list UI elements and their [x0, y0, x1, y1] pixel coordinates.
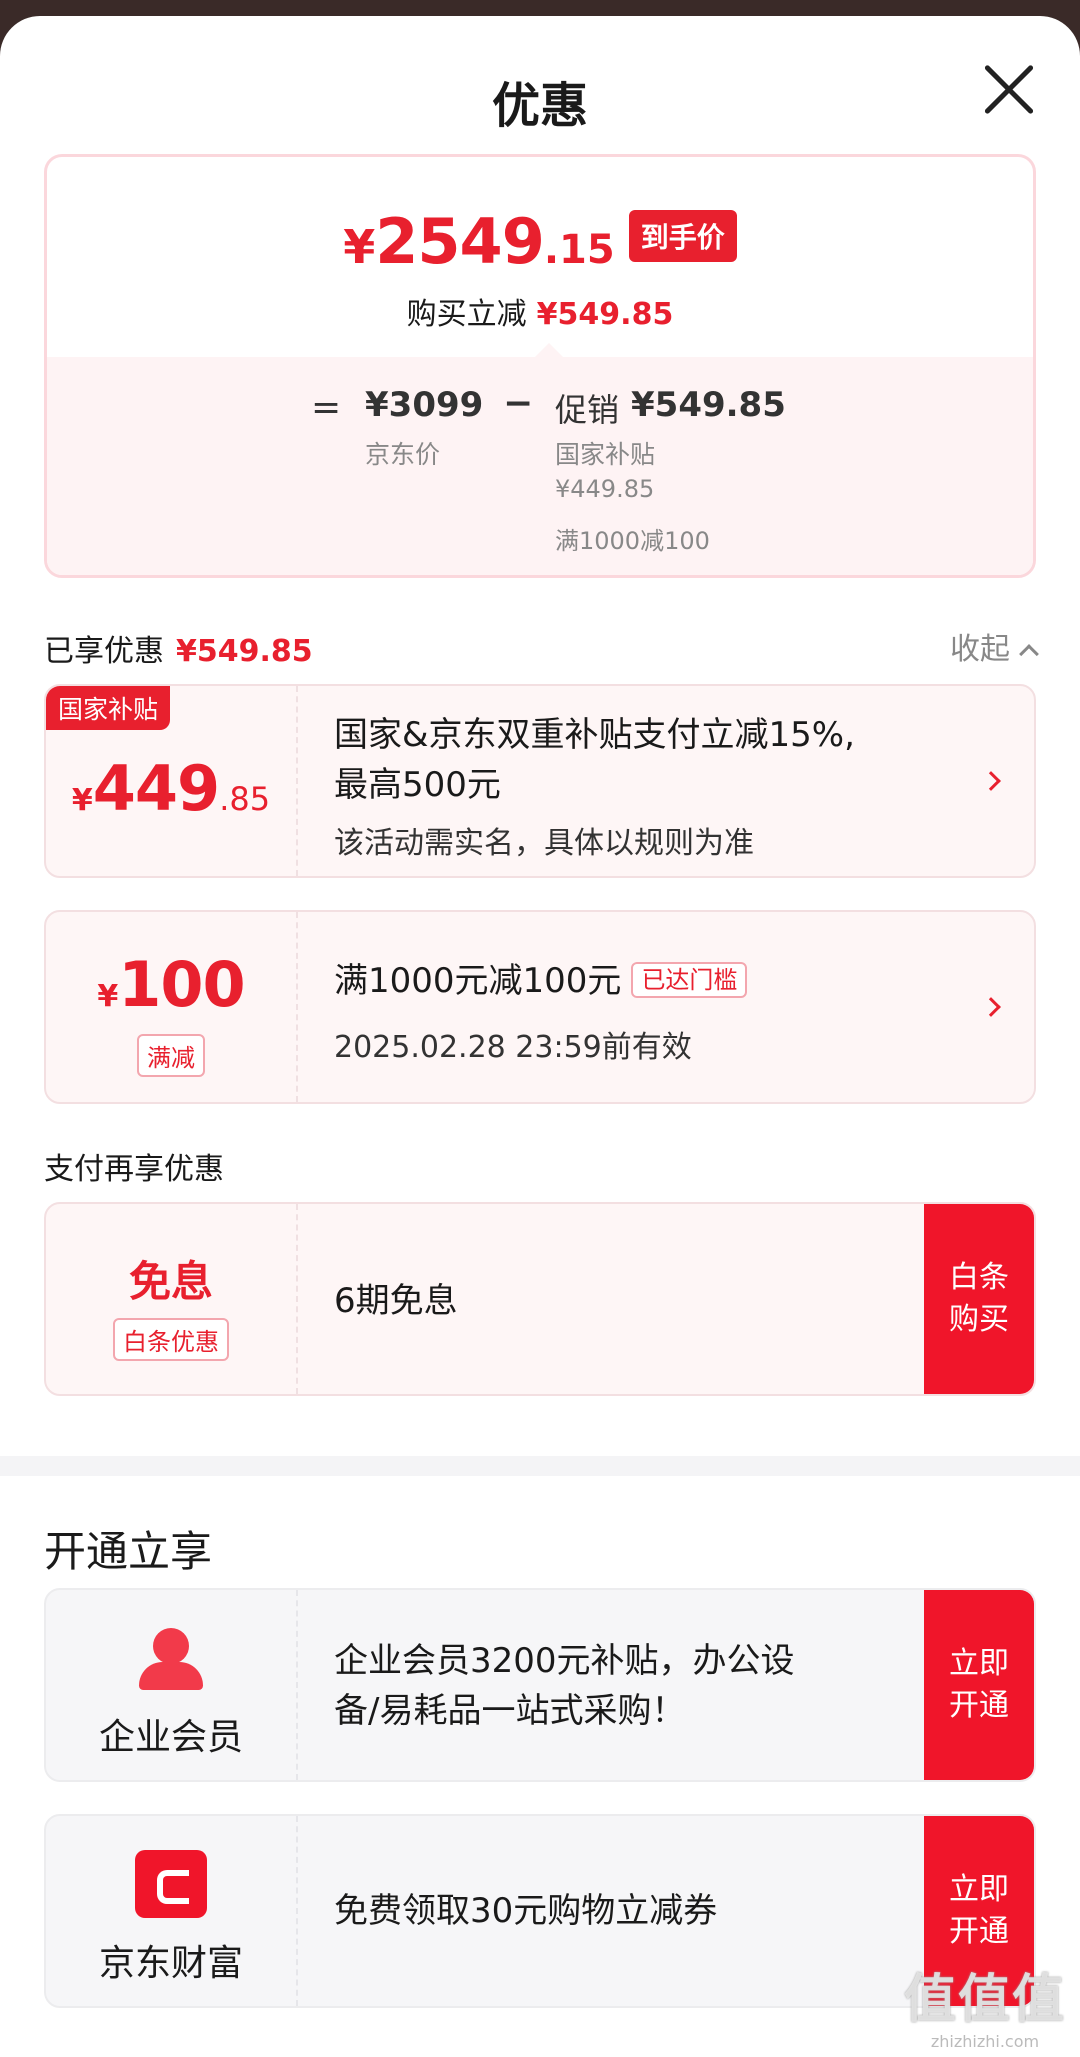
enjoyed-value: ¥549.85: [176, 634, 313, 669]
baitiao-buy-line2: 购买: [949, 1302, 1009, 1337]
coupon-amount-area: ¥100 满减: [46, 912, 298, 1102]
payment-headline-area: 免息 白条优惠: [46, 1204, 298, 1394]
subsidy-tag: 国家补贴: [46, 686, 171, 730]
coupon-card-subsidy[interactable]: 国家补贴 ¥449.85 国家&京东双重补贴支付立减15%, 最高500元 该活…: [44, 684, 1036, 878]
promo-subsidy-label: 国家补贴: [555, 440, 656, 469]
minus-sign: −: [503, 383, 534, 424]
open-now-line2: 开通: [949, 1688, 1009, 1723]
baitiao-tag: 白条优惠: [113, 1318, 229, 1361]
coupon-amount-yen: ¥: [71, 783, 93, 818]
membership-line2: 备/易耗品一站式采购！: [334, 1691, 686, 1731]
coupon-card-full-reduction[interactable]: ¥100 满减 满1000元减100元 已达门槛 2025.02.28 23:59…: [44, 910, 1036, 1104]
coupon-amount: ¥449.85: [46, 752, 296, 825]
reduction-value: ¥549.85: [536, 297, 674, 332]
section-divider: [0, 1456, 1080, 1476]
full-reduction-tag: 满减: [137, 1034, 205, 1077]
coupon-amount-decimal: .85: [219, 780, 271, 818]
promo-full-reduction: 满1000减100: [555, 527, 710, 555]
threshold-reached-tag: 已达门槛: [631, 962, 748, 998]
chevron-up-icon: [1019, 644, 1039, 664]
jd-price-label: 京东价: [365, 440, 441, 469]
baitiao-buy-button[interactable]: 白条 购买: [924, 1204, 1034, 1394]
enjoyed-label: 已享优惠: [44, 634, 164, 669]
final-price-area: ¥ 2549 .15 到手价 购买立减 ¥549.85: [47, 157, 1033, 357]
membership-card-jd-wealth[interactable]: 京东财富 免费领取30元购物立减券 立即 开通: [44, 1814, 1036, 2008]
membership-label: 企业会员: [98, 1717, 243, 1758]
purchase-reduction: 购买立减 ¥549.85: [47, 289, 1033, 333]
membership-line1: 免费领取30元购物立减券: [334, 1891, 718, 1931]
coupon-amount: ¥100: [46, 948, 296, 1021]
coupon-amount-yen: ¥: [97, 979, 119, 1014]
person-icon: [139, 1628, 203, 1690]
membership-icon-area: 企业会员: [46, 1590, 298, 1780]
jd-price: ¥3099: [365, 385, 484, 425]
open-now-line1: 立即: [949, 1646, 1009, 1681]
baitiao-buy-line1: 白条: [949, 1260, 1009, 1295]
membership-section-title: 开通立享: [44, 1527, 213, 1576]
wallet-icon: [135, 1850, 207, 1918]
coupon-amount-integer: 449: [92, 752, 220, 825]
price-summary-box: ¥ 2549 .15 到手价 购买立减 ¥549.85 = ¥3099 京东价 −…: [44, 154, 1036, 578]
coupon-subtitle: 该活动需实名，具体以规则为准: [334, 826, 754, 861]
coupon-title-text: 满1000元减100元: [334, 961, 622, 1001]
membership-line1: 企业会员3200元补贴，办公设: [334, 1641, 795, 1681]
promo-label: 促销: [555, 391, 620, 429]
coupon-amount-integer: 100: [118, 948, 245, 1021]
open-now-line1: 立即: [949, 1872, 1009, 1907]
payment-section-title: 支付再享优惠: [44, 1152, 224, 1187]
watermark-logo-text: 值值值: [903, 1970, 1066, 2030]
open-now-line2: 开通: [949, 1914, 1009, 1949]
final-price-integer: 2549: [375, 205, 545, 278]
interest-free-headline: 免息: [128, 1257, 213, 1306]
equals-sign: =: [311, 387, 342, 428]
final-price-tag: 到手价: [628, 209, 737, 262]
enjoyed-discount: 已享优惠 ¥549.85: [44, 626, 313, 670]
open-now-button[interactable]: 立即 开通: [924, 1590, 1034, 1780]
sheet-title: 优惠: [491, 78, 588, 134]
collapse-label: 收起: [950, 632, 1010, 667]
sheet-header: 优惠: [0, 16, 1080, 156]
coupon-sheet: 优惠 ¥ 2549 .15 到手价 购买立减 ¥549.85 = ¥3099 京东…: [0, 16, 1080, 2057]
coupon-title: 满1000元减100元 已达门槛: [334, 956, 748, 1009]
close-icon[interactable]: [982, 62, 1036, 116]
site-watermark: 值值值 zhizhizhi.com: [904, 1957, 1066, 2051]
membership-card-enterprise[interactable]: 企业会员 企业会员3200元补贴，办公设 备/易耗品一站式采购！ 立即 开通: [44, 1588, 1036, 1782]
coupon-detail: 满1000元减100元 已达门槛 2025.02.28 23:59前有效: [298, 912, 1034, 1102]
collapse-toggle[interactable]: 收起: [950, 624, 1039, 668]
coupon-detail: 国家&京东双重补贴支付立减15%, 最高500元 该活动需实名，具体以规则为准: [298, 686, 1034, 876]
final-price-decimal: .15: [543, 227, 615, 273]
promo-value: ¥549.85: [631, 385, 786, 425]
coupon-expiry: 2025.02.28 23:59前有效: [334, 1030, 692, 1065]
payment-card-baitiao[interactable]: 免息 白条优惠 6期免息 白条 购买: [44, 1202, 1036, 1396]
membership-icon-area: 京东财富: [46, 1816, 298, 2006]
coupon-amount-area: 国家补贴 ¥449.85: [46, 686, 298, 876]
watermark-url: zhizhizhi.com: [930, 2032, 1040, 2051]
price-breakdown: = ¥3099 京东价 − 促销 ¥549.85 国家补贴 ¥449.85 满1…: [47, 357, 1033, 575]
final-price-yen: ¥: [343, 220, 376, 274]
promo-subsidy-value: ¥449.85: [555, 475, 655, 503]
final-price: ¥ 2549 .15 到手价: [47, 205, 1033, 278]
payment-description: 6期免息: [334, 1281, 458, 1321]
membership-label: 京东财富: [98, 1943, 243, 1984]
coupon-title-line1: 国家&京东双重补贴支付立减15%,: [334, 715, 855, 755]
reduction-label: 购买立减: [406, 297, 527, 332]
coupon-title-line2: 最高500元: [334, 765, 501, 805]
